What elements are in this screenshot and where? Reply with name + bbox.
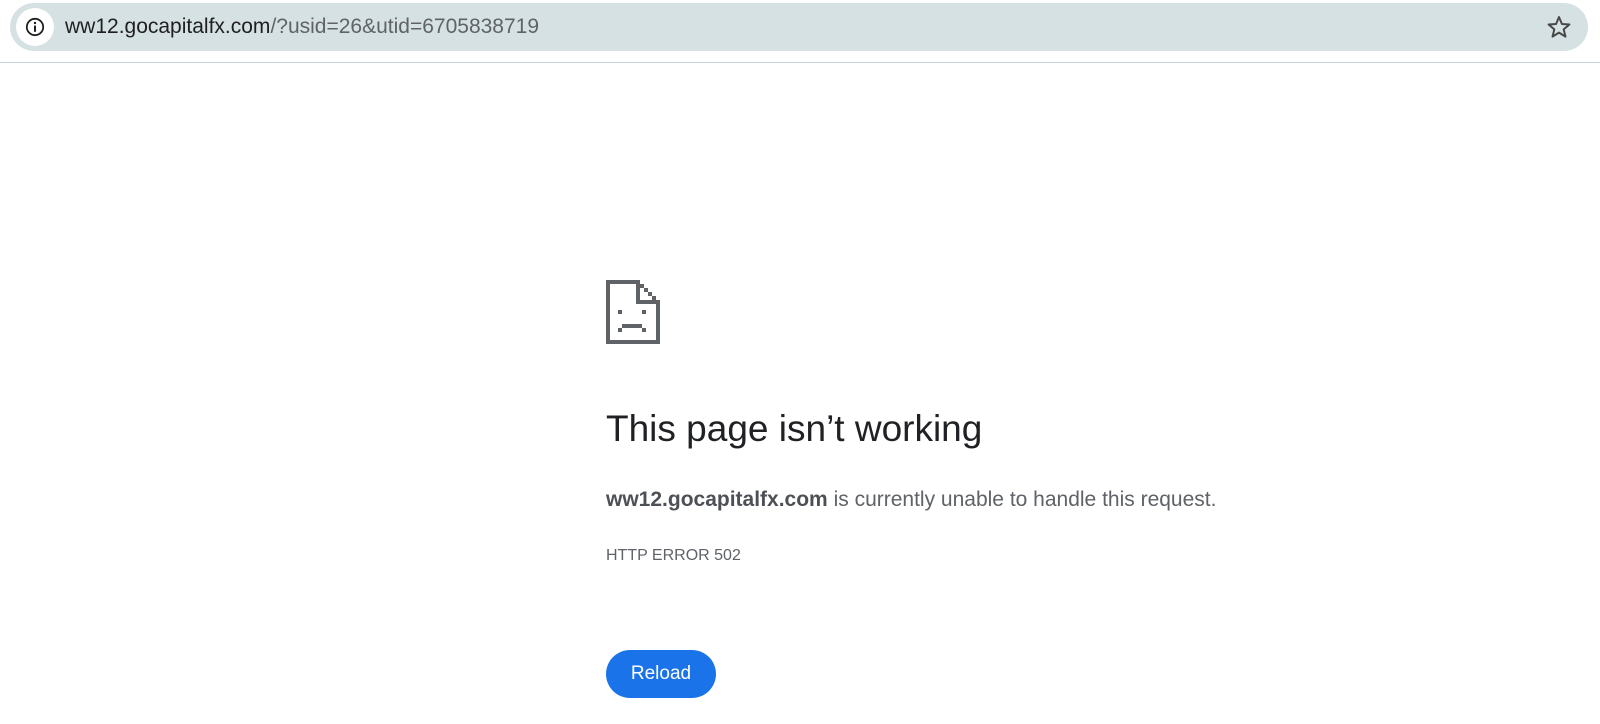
browser-toolbar: ww12.gocapitalfx.com/?usid=26&utid=67058… (0, 0, 1600, 63)
url-text[interactable]: ww12.gocapitalfx.com/?usid=26&utid=67058… (65, 15, 539, 39)
url-path: /?usid=26&utid=6705838719 (270, 15, 540, 38)
error-summary: ww12.gocapitalfx.com is currently unable… (606, 487, 1216, 513)
error-code: HTTP ERROR 502 (606, 547, 741, 564)
summary-text: is currently unable to handle this reque… (827, 488, 1217, 511)
page-title: This page isn’t working (606, 408, 983, 449)
reload-button[interactable]: Reload (606, 650, 716, 698)
site-info-button[interactable] (16, 8, 54, 46)
sad-page-icon (606, 280, 660, 344)
summary-host: ww12.gocapitalfx.com (606, 488, 828, 511)
url-host: ww12.gocapitalfx.com (65, 15, 271, 38)
address-bar[interactable]: ww12.gocapitalfx.com/?usid=26&utid=67058… (10, 3, 1588, 51)
star-outline-icon[interactable] (1546, 14, 1572, 40)
info-circle-icon (25, 17, 45, 37)
